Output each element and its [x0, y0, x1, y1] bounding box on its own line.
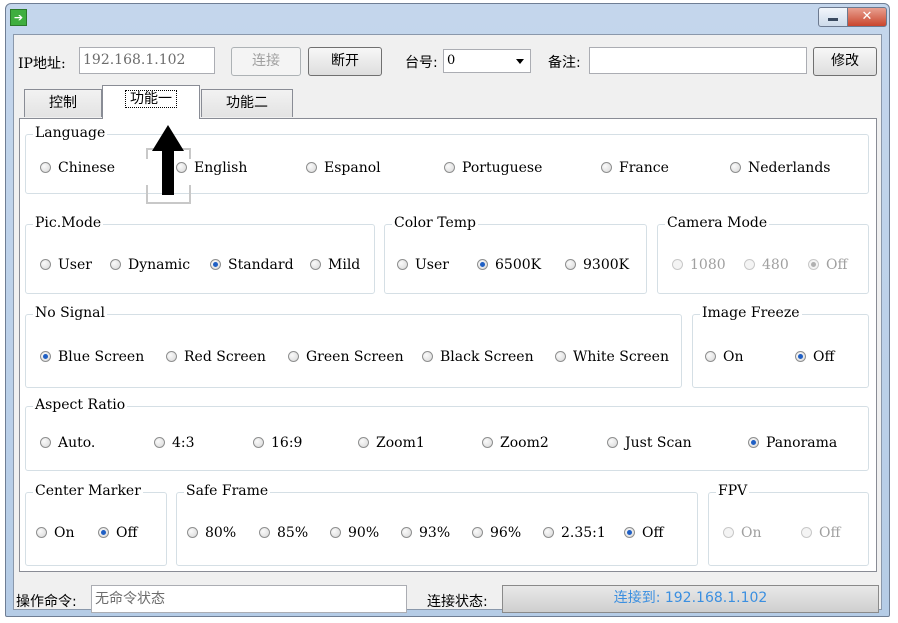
aspect-ratio-group: Aspect Ratio Auto. 4:3 16:9 Zoom1 Zoom2 … — [25, 397, 869, 471]
radio-no-signal-white[interactable]: White Screen — [555, 349, 669, 365]
radio-safe-frame-off[interactable]: Off — [624, 525, 663, 541]
radio-language-france[interactable]: France — [601, 160, 669, 176]
tab-control[interactable]: 控制 — [24, 89, 102, 117]
ip-address-field[interactable]: 192.168.1.102 — [79, 47, 215, 74]
radio-camera-mode-480[interactable]: 480 — [744, 257, 789, 273]
radio-safe-frame-80[interactable]: 80% — [187, 525, 236, 541]
up-arrow-annotation-icon — [146, 125, 191, 204]
group-label: Color Temp — [392, 215, 478, 231]
radio-color-temp-6500k[interactable]: 6500K — [477, 257, 541, 273]
fpv-group: FPV On Off — [708, 483, 869, 566]
minimize-icon — [828, 18, 838, 21]
radio-color-temp-9300k[interactable]: 9300K — [565, 257, 629, 273]
center-marker-group: Center Marker On Off — [25, 483, 167, 566]
tab-label: 功能一 — [125, 90, 177, 108]
radio-image-freeze-off[interactable]: Off — [795, 349, 834, 365]
group-label: FPV — [716, 483, 750, 499]
connection-status-label: 连接状态: — [427, 594, 488, 610]
radio-center-marker-on[interactable]: On — [36, 525, 75, 541]
radio-no-signal-green[interactable]: Green Screen — [288, 349, 404, 365]
radio-safe-frame-2-35-1[interactable]: 2.35:1 — [543, 525, 606, 541]
tab-function-one[interactable]: 功能一 — [102, 85, 200, 119]
app-arrow-icon: ➔ — [10, 9, 27, 26]
radio-safe-frame-90[interactable]: 90% — [330, 525, 379, 541]
radio-language-portuguese[interactable]: Portuguese — [444, 160, 542, 176]
tab-label: 功能二 — [226, 95, 268, 111]
radio-camera-mode-1080[interactable]: 1080 — [672, 257, 726, 273]
group-label: Image Freeze — [700, 305, 802, 321]
tab-label: 控制 — [49, 95, 77, 111]
close-icon: ✕ — [861, 9, 873, 24]
radio-camera-mode-off[interactable]: Off — [808, 257, 847, 273]
radio-color-temp-user[interactable]: User — [397, 257, 449, 273]
radio-pic-mode-user[interactable]: User — [40, 257, 92, 273]
radio-no-signal-blue[interactable]: Blue Screen — [40, 349, 144, 365]
group-label: Language — [33, 125, 108, 141]
radio-safe-frame-96[interactable]: 96% — [472, 525, 521, 541]
client-area: IP地址: 192.168.1.102 连接 断开 台号: 0 备注: 修改 控… — [13, 34, 882, 613]
note-input[interactable] — [589, 47, 807, 74]
command-field: 无命令状态 — [91, 585, 407, 613]
radio-language-espanol[interactable]: Espanol — [306, 160, 381, 176]
radio-no-signal-red[interactable]: Red Screen — [166, 349, 266, 365]
radio-language-nederlands[interactable]: Nederlands — [730, 160, 830, 176]
connect-button[interactable]: 连接 — [231, 47, 301, 76]
disconnect-button[interactable]: 断开 — [308, 47, 382, 76]
pic-mode-group: Pic.Mode User Dynamic Standard Mild — [25, 215, 375, 294]
group-label: Center Marker — [33, 483, 143, 499]
group-label: Aspect Ratio — [33, 397, 128, 413]
radio-aspect-zoom2[interactable]: Zoom2 — [482, 435, 549, 451]
minimize-button[interactable] — [818, 7, 848, 27]
radio-center-marker-off[interactable]: Off — [98, 525, 137, 541]
image-freeze-group: Image Freeze On Off — [692, 305, 869, 388]
group-label: Camera Mode — [665, 215, 770, 231]
radio-pic-mode-dynamic[interactable]: Dynamic — [110, 257, 190, 273]
group-label: Safe Frame — [184, 483, 271, 499]
radio-aspect-4-3[interactable]: 4:3 — [154, 435, 195, 451]
group-label: Pic.Mode — [33, 215, 104, 231]
color-temp-group: Color Temp User 6500K 9300K — [384, 215, 647, 294]
tab-function-two[interactable]: 功能二 — [201, 89, 293, 117]
radio-aspect-zoom1[interactable]: Zoom1 — [358, 435, 425, 451]
radio-fpv-off[interactable]: Off — [801, 525, 840, 541]
ip-label: IP地址: — [18, 56, 66, 72]
radio-safe-frame-93[interactable]: 93% — [401, 525, 450, 541]
radio-image-freeze-on[interactable]: On — [705, 349, 744, 365]
radio-fpv-on[interactable]: On — [723, 525, 762, 541]
radio-language-chinese[interactable]: Chinese — [40, 160, 115, 176]
radio-aspect-16-9[interactable]: 16:9 — [253, 435, 302, 451]
group-label: No Signal — [33, 305, 107, 321]
radio-pic-mode-mild[interactable]: Mild — [310, 257, 360, 273]
command-label: 操作命令: — [16, 594, 77, 610]
radio-aspect-panorama[interactable]: Panorama — [748, 435, 837, 451]
modify-button[interactable]: 修改 — [813, 47, 877, 76]
note-label: 备注: — [548, 55, 581, 71]
unit-number-value: 0 — [447, 53, 456, 68]
close-button[interactable]: ✕ — [847, 7, 887, 27]
chevron-down-icon — [516, 59, 524, 64]
title-bar[interactable]: ➔ ✕ — [6, 4, 889, 34]
radio-aspect-auto[interactable]: Auto. — [40, 435, 95, 451]
radio-aspect-just-scan[interactable]: Just Scan — [607, 435, 692, 451]
camera-mode-group: Camera Mode 1080 480 Off — [657, 215, 869, 294]
unit-number-label: 台号: — [405, 55, 438, 71]
safe-frame-group: Safe Frame 80% 85% 90% 93% 96% 2.35:1 Of… — [176, 483, 698, 566]
connection-status-bar: 连接到: 192.168.1.102 — [502, 585, 879, 613]
no-signal-group: No Signal Blue Screen Red Screen Green S… — [25, 305, 682, 388]
app-window: ➔ ✕ IP地址: 192.168.1.102 连接 断开 台号: 0 备注: … — [5, 3, 890, 617]
radio-pic-mode-standard[interactable]: Standard — [210, 257, 294, 273]
radio-safe-frame-85[interactable]: 85% — [259, 525, 308, 541]
radio-no-signal-black[interactable]: Black Screen — [422, 349, 534, 365]
unit-number-select[interactable]: 0 — [443, 49, 531, 73]
